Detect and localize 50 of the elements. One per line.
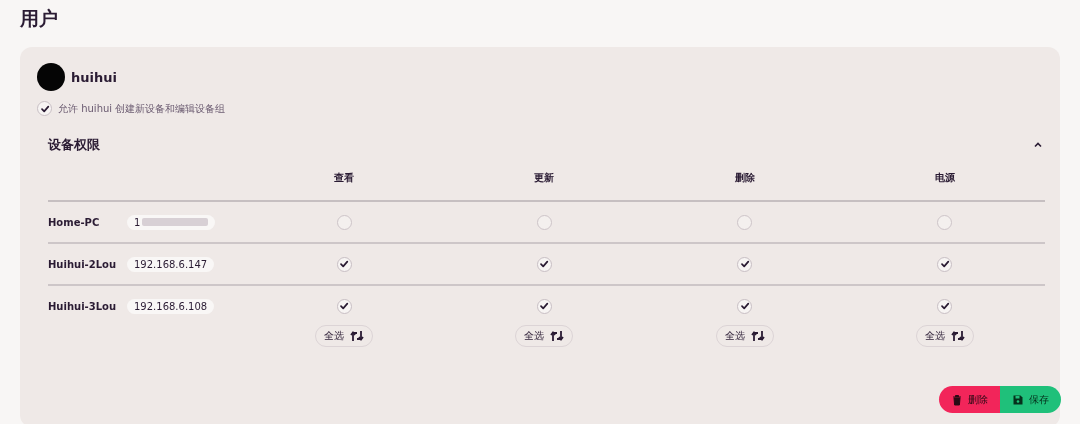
checkbox[interactable] [336, 256, 352, 272]
save-button[interactable]: 保存 [1000, 386, 1061, 413]
checkbox[interactable] [536, 256, 552, 272]
checkbox[interactable] [37, 101, 52, 116]
check-icon [739, 259, 750, 269]
swap-icon [350, 330, 365, 342]
device-name: Home-PC [48, 216, 101, 228]
user-name: huihui [71, 69, 117, 85]
check-icon [939, 301, 950, 311]
checkbox[interactable] [336, 214, 352, 230]
column-header: 删除 [734, 171, 755, 185]
device-name: Huihui-3Lou [48, 300, 118, 312]
column-header: 更新 [534, 171, 555, 185]
swap-icon [750, 330, 765, 342]
checkbox[interactable] [737, 214, 753, 230]
check-icon [339, 301, 350, 311]
check-icon [339, 259, 350, 269]
column-header: 电源 [934, 171, 955, 185]
select-all-button[interactable]: 全选 [715, 325, 774, 347]
check-icon [539, 259, 550, 269]
check-icon [939, 259, 950, 269]
ip-address: 192.168.6.108 [127, 298, 215, 314]
swap-icon [951, 330, 965, 342]
checkbox-label: 允许 huihui 创建新设备和编辑设备组 [58, 101, 226, 116]
trash-icon [951, 393, 963, 406]
delete-button[interactable]: 删除 [939, 386, 1000, 413]
swap-icon [550, 330, 565, 342]
ip-address: 192.168.6.147 [127, 256, 215, 272]
checkbox[interactable] [737, 298, 753, 314]
save-icon [1012, 393, 1024, 406]
page-title: 用户 [20, 6, 59, 31]
check-icon [539, 301, 550, 311]
checkbox[interactable] [336, 298, 352, 314]
checkbox[interactable] [536, 214, 552, 230]
checkbox[interactable] [937, 214, 953, 230]
checkbox[interactable] [937, 256, 953, 272]
avatar-icon [37, 63, 65, 91]
check-icon [39, 103, 50, 114]
device-name: Huihui-2Lou [48, 258, 118, 270]
checkbox[interactable] [737, 256, 753, 272]
check-icon [739, 301, 750, 311]
column-header: 查看 [334, 171, 355, 185]
select-all-button[interactable]: 全选 [915, 325, 974, 347]
select-all-button[interactable]: 全选 [315, 325, 374, 347]
chevron-icon[interactable] [1033, 140, 1043, 150]
checkbox[interactable] [536, 298, 552, 314]
select-all-button[interactable]: 全选 [515, 325, 574, 347]
ip-address: 1 [127, 214, 216, 230]
checkbox[interactable] [937, 298, 953, 314]
section-title: 设备权限 [48, 136, 100, 154]
